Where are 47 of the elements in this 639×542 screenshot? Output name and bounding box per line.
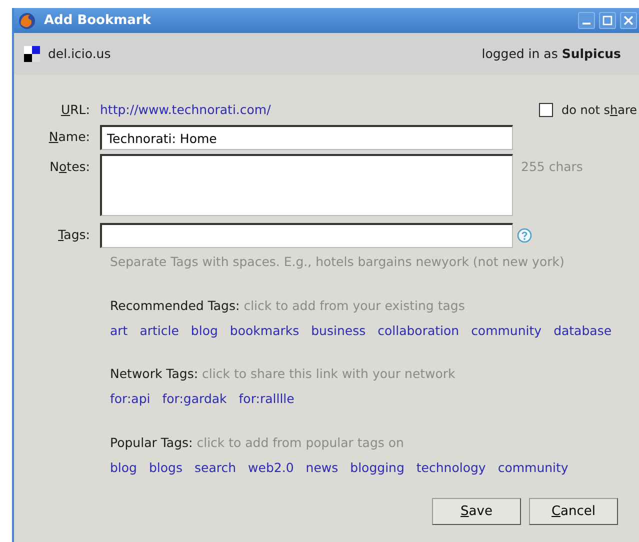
tag-link[interactable]: for:ralllle [238, 390, 294, 409]
maximize-button[interactable] [599, 12, 616, 29]
tag-link[interactable]: news [306, 458, 338, 478]
notes-label: Notes: [48, 158, 91, 176]
tag-link[interactable]: community [471, 322, 542, 340]
tags-hint: Separate Tags with spaces. E.g., hotels bargains newyork (not new york) [110, 253, 566, 271]
character-counter: 255 chars [521, 158, 583, 176]
tag-link[interactable]: database [554, 322, 612, 340]
tags-field[interactable] [100, 223, 513, 248]
dialog-button[interactable]: Save [432, 498, 521, 526]
name-label: Name: [48, 128, 91, 146]
window-title: Add Bookmark [44, 12, 151, 30]
tag-link[interactable]: blogging [350, 458, 404, 478]
tag-link[interactable]: bookmarks [230, 322, 300, 340]
group-description: click to add from popular tags on [196, 434, 404, 450]
url-label: URL: [60, 100, 91, 119]
tag-link[interactable]: community [498, 458, 568, 478]
tag-link[interactable]: for:api [110, 390, 150, 409]
tag-link[interactable]: search [194, 458, 236, 478]
fox-globe-icon [18, 12, 36, 30]
logo-icon [24, 46, 40, 62]
tag-link[interactable]: collaboration [378, 322, 460, 340]
login-status: logged in as Sulpicus [482, 44, 621, 63]
group-title: Popular Tags: [110, 434, 193, 450]
group-description: click to share this link with your network [202, 366, 456, 382]
notes-field[interactable] [100, 154, 513, 216]
group-title: Recommended Tags: [110, 298, 240, 313]
tag-link[interactable]: technology [416, 458, 486, 478]
url-link[interactable]: http://www.technorati.com/ [100, 100, 271, 120]
minimize-button[interactable] [578, 12, 595, 29]
name-field[interactable]: Technorati: Home [100, 125, 513, 150]
tag-link[interactable]: blog [110, 458, 137, 478]
tag-link[interactable]: art [110, 322, 128, 340]
tag-link[interactable]: article [140, 322, 179, 340]
tag-link[interactable]: business [311, 322, 366, 340]
tag-link[interactable]: for:gardak [162, 390, 227, 409]
tag-link[interactable]: blog [190, 322, 218, 340]
share-checkbox[interactable]: do not share [539, 101, 637, 119]
dialog-button[interactable]: Cancel [529, 498, 618, 526]
group-title: Network Tags: [110, 366, 198, 382]
help-icon[interactable] [517, 228, 532, 243]
tag-link[interactable]: blogs [149, 458, 183, 478]
tags-label: Tags: [57, 226, 91, 244]
site-name: del.icio.us [48, 44, 111, 63]
tag-link[interactable]: web2.0 [248, 458, 294, 478]
close-button[interactable] [620, 12, 637, 29]
group-description: click to add from your existing tags [244, 298, 465, 313]
